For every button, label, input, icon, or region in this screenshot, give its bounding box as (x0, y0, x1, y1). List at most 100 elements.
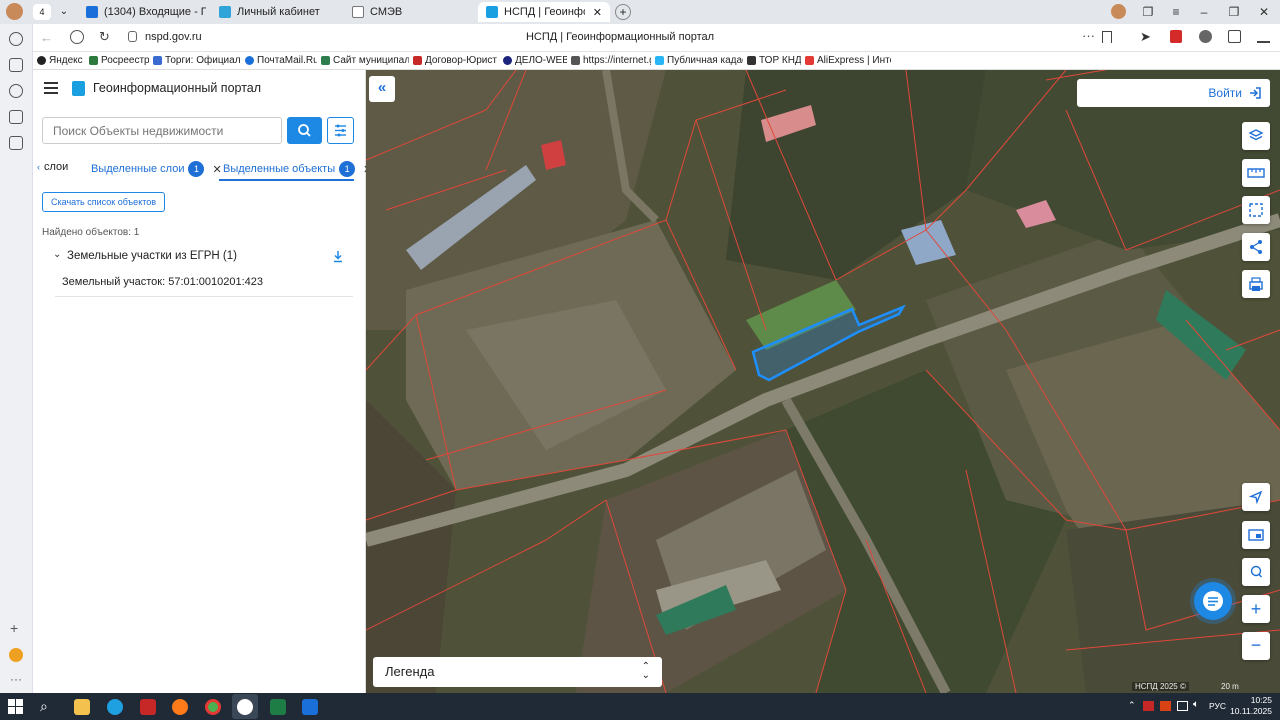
count-badge: 1 (339, 161, 356, 177)
add-icon[interactable]: + (10, 620, 18, 636)
notes-icon[interactable] (9, 58, 23, 72)
expand-icon: ⌃ ⌄ (641, 661, 650, 681)
page-title: НСПД | Геоинформационный портал (525, 31, 715, 43)
minimize-icon[interactable]: – (1196, 4, 1212, 20)
select-area-button[interactable] (1242, 196, 1270, 224)
file-explorer-icon[interactable] (74, 699, 90, 715)
network-icon[interactable] (1177, 701, 1188, 711)
bookmark-yandex[interactable]: Яндекс (33, 55, 85, 66)
tab-selected-layers[interactable]: Выделенные слои 1 ✕ (91, 161, 222, 177)
chevron-down-icon[interactable]: ⌄ (53, 249, 61, 260)
play-icon[interactable] (9, 84, 23, 98)
printer-icon (1249, 277, 1263, 291)
firefox-icon[interactable] (172, 699, 188, 715)
history-icon[interactable] (9, 32, 23, 46)
chevron-up-icon[interactable]: ⌃ (1128, 700, 1136, 711)
geo-search-button[interactable] (1242, 558, 1270, 586)
tab-nspd[interactable]: НСПД | Геоинформацио ✕ (478, 2, 610, 22)
satellite-imagery (366, 70, 1280, 693)
menu-icon[interactable] (44, 82, 58, 94)
excel-icon[interactable] (270, 699, 286, 715)
result-item[interactable]: Земельный участок: 57:01:0010201:423 (55, 271, 353, 297)
yandex-browser-icon[interactable] (237, 699, 253, 715)
app-icon[interactable] (302, 699, 318, 715)
extensions-icon[interactable] (1228, 30, 1241, 43)
tab-mail[interactable]: (1304) Входящие - Почта (78, 2, 206, 22)
bookmark-internet[interactable]: https://internet.g (567, 55, 651, 66)
search-button[interactable] (287, 117, 322, 144)
bookmark-rosreestr[interactable]: Росреестр (85, 55, 149, 66)
taskbar: ⌕ ⌃ 🔈︎ РУС 10:25 10.11.2025 (0, 693, 1280, 720)
reload-icon[interactable]: ↻ (99, 29, 110, 45)
more-icon[interactable]: ··· (1082, 28, 1095, 43)
measure-button[interactable] (1242, 159, 1270, 187)
menu-icon[interactable]: ≡ (1168, 4, 1184, 20)
profile-icon[interactable] (1111, 4, 1126, 19)
chevron-down-icon[interactable]: ⌄ (56, 4, 72, 20)
print-button[interactable] (1242, 270, 1270, 298)
address-bar[interactable]: nspd.gov.ru (145, 31, 202, 43)
chrome-icon[interactable] (205, 699, 221, 715)
extension-icon[interactable] (1199, 30, 1212, 43)
tray-icon[interactable] (1160, 701, 1171, 711)
tab-label: НСПД | Геоинформацио (504, 6, 585, 18)
new-tab-button[interactable]: + (615, 4, 631, 20)
zoom-out-button[interactable]: − (1242, 632, 1270, 660)
collapse-panel-button[interactable]: « (369, 76, 395, 102)
search-input[interactable] (42, 117, 282, 144)
close-window-icon[interactable]: ✕ (1256, 4, 1272, 20)
collections-icon[interactable]: ❐ (1140, 4, 1156, 20)
map-view[interactable]: « Войти + − Легенда ⌃ ⌄ НСПД 2025 © 20 m (366, 70, 1280, 693)
bookmark-delo[interactable]: ДЕЛО-WEB (499, 55, 567, 66)
login-button[interactable]: Войти (1077, 79, 1270, 107)
yandex-icon[interactable] (70, 30, 84, 44)
locate-button[interactable] (1242, 483, 1270, 511)
screenshot-icon[interactable] (9, 136, 23, 150)
send-icon[interactable]: ➤ (1140, 29, 1151, 45)
filter-button[interactable] (327, 117, 354, 144)
download-icon[interactable] (1257, 30, 1270, 43)
zoom-in-button[interactable]: + (1242, 595, 1270, 623)
bookmark-municipal[interactable]: Сайт муниципал (317, 55, 409, 66)
profile-avatar[interactable] (6, 3, 23, 20)
more-icon[interactable]: ··· (10, 672, 22, 686)
pdf-icon[interactable] (140, 699, 156, 715)
back-icon[interactable]: ← (40, 30, 53, 45)
share-button[interactable] (1242, 233, 1270, 261)
close-icon[interactable]: ✕ (593, 6, 602, 19)
bookmark-mailru[interactable]: ПочтаMail.Ru (241, 55, 317, 66)
windows-start-icon[interactable] (8, 699, 23, 714)
download-icon[interactable] (333, 250, 343, 263)
bookmark-icon[interactable] (1102, 31, 1112, 43)
tab-selected-objects[interactable]: Выделенные объекты 1 ✕ (223, 161, 372, 177)
tab-counter[interactable]: 4 (33, 4, 51, 20)
chat-button[interactable] (1194, 582, 1232, 620)
alice-icon[interactable] (9, 648, 23, 662)
extension-red-icon[interactable] (1170, 30, 1182, 43)
site-info-icon[interactable] (128, 31, 137, 42)
legend-dropdown[interactable]: Легенда ⌃ ⌄ (373, 657, 662, 687)
close-icon[interactable]: ✕ (212, 163, 221, 176)
clock-date: 10.11.2025 (1230, 706, 1272, 716)
tab-layers[interactable]: ‹ слои (37, 161, 68, 173)
edge-icon[interactable] (107, 699, 123, 715)
volume-icon[interactable]: 🔈︎ (1193, 699, 1199, 710)
bookmark-label: Росреестр (101, 55, 149, 66)
restore-icon[interactable]: ❐ (1226, 4, 1242, 20)
bookmark-dogovor[interactable]: Договор-Юрист (409, 55, 499, 66)
language-indicator[interactable]: РУС (1209, 701, 1226, 711)
layers-button[interactable] (1242, 122, 1270, 150)
search-icon[interactable]: ⌕ (40, 698, 48, 715)
minimap-button[interactable] (1242, 521, 1270, 549)
bookmark-torgi[interactable]: Торги: Официаль (149, 55, 241, 66)
counter-icon[interactable] (9, 110, 23, 124)
tab-smev[interactable]: СМЭВ (344, 2, 472, 22)
clock[interactable]: 10:25 10.11.2025 (1230, 695, 1272, 717)
tray-icon[interactable] (1143, 701, 1154, 711)
bookmark-tor-knd[interactable]: ТОР КНД (743, 55, 801, 66)
bookmark-aliexpress[interactable]: AliExpress | Интер (801, 55, 891, 66)
tab-cabinet[interactable]: Личный кабинет (211, 2, 339, 22)
bookmark-label: ДЕЛО-WEB (515, 55, 567, 66)
download-list-button[interactable]: Скачать список объектов (42, 192, 166, 212)
bookmark-cadastre[interactable]: Публичная кадас (651, 55, 743, 66)
